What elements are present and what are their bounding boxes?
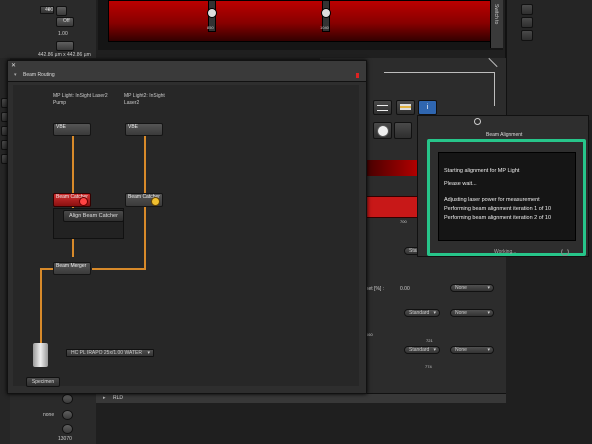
layout-icon-button-3[interactable]: [521, 30, 533, 41]
laser2-label: MP Light2: InSight Laser2: [124, 93, 165, 106]
lut-select-2[interactable]: None: [450, 309, 494, 317]
channel-value-721: 721: [426, 338, 433, 343]
bottom-left-panel: none 13070: [10, 386, 96, 444]
slider-value-right: 1040: [320, 25, 329, 30]
objective-lens-icon: [33, 343, 48, 367]
log-line-2: Please wait...: [444, 181, 477, 187]
right-toolbar: [505, 0, 592, 120]
detector-mode-select-3[interactable]: Standard: [404, 346, 440, 354]
color-settings-button[interactable]: [396, 100, 415, 115]
log-line-4: Performing beam alignment iteration 1 of…: [444, 206, 552, 212]
bottom-left-control-1[interactable]: [62, 394, 73, 404]
align-beam-catcher-button[interactable]: Align Beam Catcher: [63, 210, 124, 222]
dialog-close-red-icon[interactable]: [356, 73, 359, 78]
beam-line-merge-right: [144, 207, 146, 269]
beam-line-laser2-vertical: [144, 135, 146, 193]
offset-value[interactable]: 0.00: [400, 286, 410, 292]
stack-icon-button[interactable]: [373, 100, 392, 115]
offset-label: set [%] :: [366, 286, 385, 292]
none-label: none: [43, 412, 55, 418]
filter-wheel-button[interactable]: [373, 122, 392, 139]
rld-row[interactable]: ▸ RLD: [96, 393, 506, 403]
catcher-1-status-icon: [79, 197, 88, 206]
beam-line-to-specimen: [40, 268, 42, 348]
alignment-close-icon[interactable]: [474, 118, 481, 125]
beam-path-line-2: [494, 72, 495, 106]
filter-wheel-icon: [376, 125, 389, 137]
rld-expand-icon[interactable]: ▸: [103, 395, 106, 401]
routing-canvas: MP Light: InSight Laser2 Pump MP Light2:…: [13, 85, 359, 387]
image-preview-area: 850 1040 Switch to: [98, 0, 503, 50]
log-line-3: Adjusting laser power for measurement: [444, 197, 540, 203]
switch-to-label: Switch to: [493, 4, 499, 25]
rld-label: RLD: [113, 395, 124, 401]
red-preview-image: [108, 0, 495, 42]
dialog-title-bar[interactable]: ✕ ▾ Beam Routing: [8, 61, 366, 82]
lut-select-1[interactable]: None: [450, 284, 494, 292]
beam-merger-node[interactable]: Beam Merger: [53, 262, 91, 275]
info-button[interactable]: i: [418, 100, 437, 115]
switch-to-tab[interactable]: Switch to: [490, 0, 503, 48]
bottom-number: 13070: [58, 436, 72, 442]
busy-spinner-icon: [561, 248, 569, 256]
layout-icon-button-2[interactable]: [521, 17, 533, 28]
slider-handle-left[interactable]: [207, 8, 217, 18]
lut-select-3[interactable]: None: [450, 346, 494, 354]
collapse-icon[interactable]: ▾: [14, 72, 17, 78]
alignment-log-box: Starting alignment for MP Light Please w…: [438, 152, 576, 241]
channel-value-660: 660: [366, 332, 373, 337]
channel-value-774: 774: [425, 364, 432, 369]
bottom-left-control-2[interactable]: [62, 410, 73, 420]
gain-value[interactable]: 1.00: [58, 31, 68, 37]
power-select[interactable]: 400: [40, 6, 54, 14]
power-step-button[interactable]: [56, 6, 67, 16]
beam-catcher-node-2[interactable]: Beam Catcher: [125, 193, 163, 207]
gain-off-button[interactable]: [56, 41, 74, 51]
laser1-label: MP Light: InSight Laser2 Pump: [53, 93, 108, 106]
spectrum-scale-value: 700: [400, 219, 407, 224]
beam-line-laser1-vertical: [72, 135, 74, 193]
slider-handle-right[interactable]: [321, 8, 331, 18]
layout-icon-button-1[interactable]: [521, 4, 533, 15]
info-icon: i: [426, 104, 429, 111]
vbe-node-1[interactable]: VBE: [53, 123, 91, 136]
beam-path-line-1: [384, 72, 494, 73]
stack-icon: [377, 105, 388, 111]
close-icon[interactable]: ✕: [11, 62, 16, 69]
detector-mode-select-2[interactable]: Standard: [404, 309, 440, 317]
log-line-5: Performing beam alignment iteration 2 of…: [444, 215, 552, 221]
catcher-2-status-icon: [151, 197, 160, 206]
off-label: Off: [63, 18, 70, 24]
log-line-1: Starting alignment for MP Light: [444, 168, 520, 174]
toggle-switch-button[interactable]: [394, 122, 412, 139]
bottom-left-control-3[interactable]: [62, 424, 73, 434]
color-bars-icon: [400, 104, 411, 110]
field-size-text: 442.86 µm x 442.86 µm: [38, 52, 91, 58]
off-toggle-button[interactable]: Off: [56, 17, 74, 27]
specimen-button[interactable]: Specimen: [26, 377, 60, 387]
beam-catcher-node-1[interactable]: Beam Catcher: [53, 193, 91, 207]
alignment-status-text: Working...: [494, 249, 517, 255]
dialog-title: Beam Routing: [23, 72, 55, 78]
slider-value-left: 850: [207, 25, 214, 30]
beam-line-merge-horizontal: [92, 268, 146, 270]
objective-select[interactable]: HC PL IRAPO 25x/1.00 WATER: [66, 349, 154, 357]
beam-routing-dialog: ✕ ▾ Beam Routing MP Light: InSight Laser…: [7, 60, 367, 394]
top-left-settings: 400 Off 1.00 442.86 µm x 442.86 µm: [0, 0, 96, 58]
beam-alignment-title: Beam Alignment: [486, 132, 523, 138]
vbe-node-2[interactable]: VBE: [125, 123, 163, 136]
